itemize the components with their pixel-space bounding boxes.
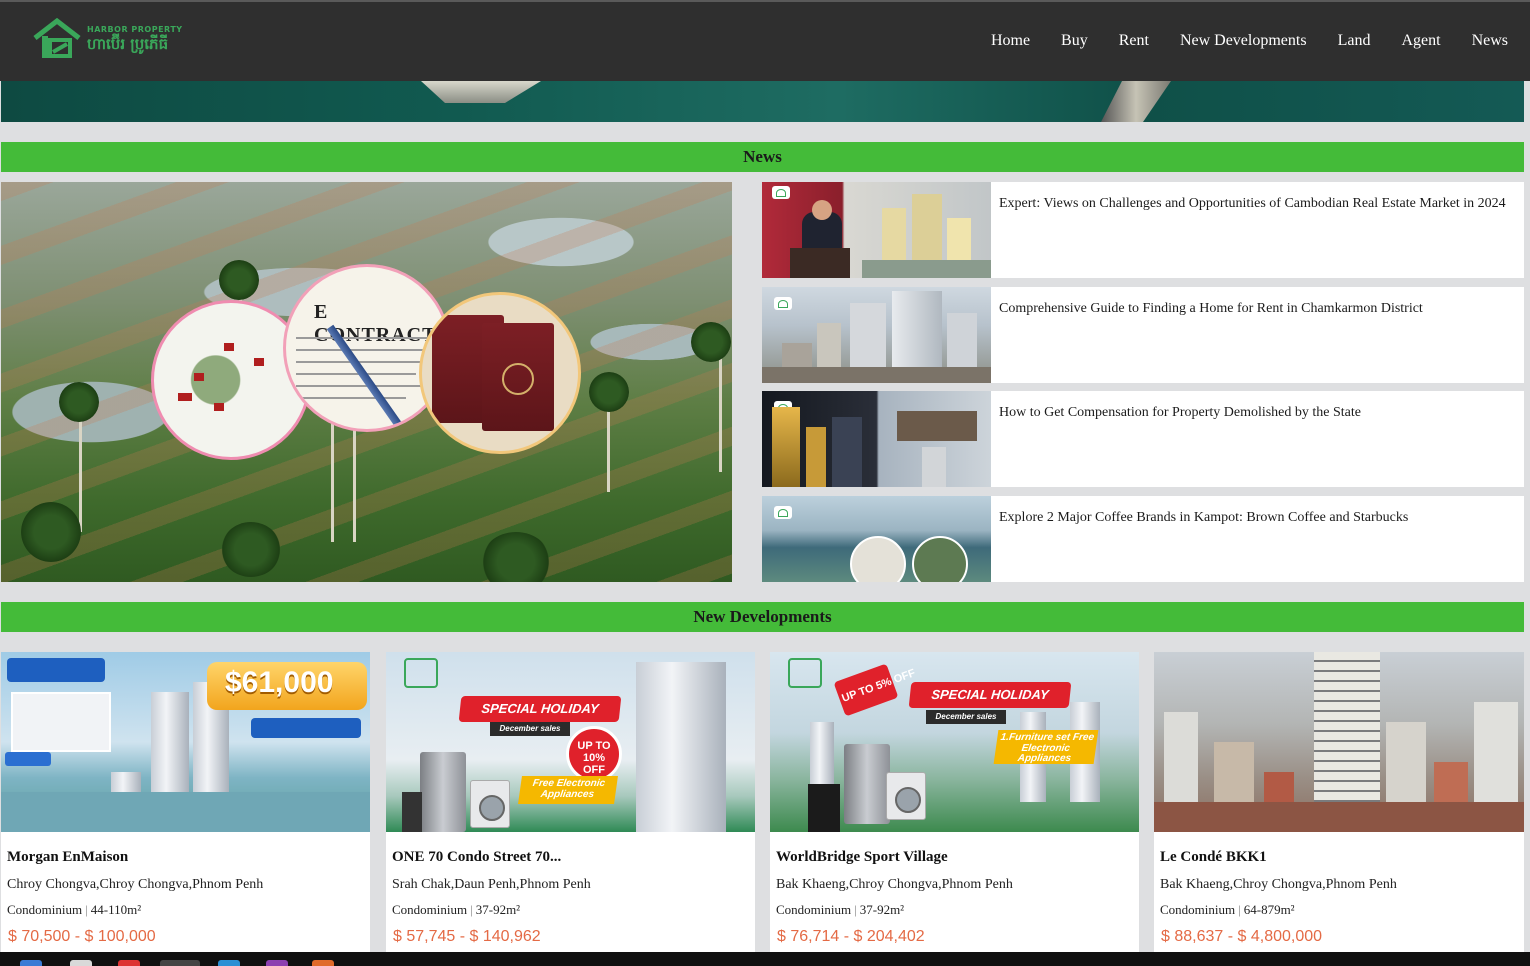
nav-news[interactable]: News (1472, 32, 1508, 50)
nav-rent[interactable]: Rent (1119, 32, 1149, 50)
news-title[interactable]: Comprehensive Guide to Finding a Home fo… (991, 287, 1423, 383)
development-price: $ 76,714 - $ 204,402 (777, 928, 925, 946)
house-logo-icon (33, 18, 81, 58)
taskbar-app-icon[interactable] (266, 960, 288, 966)
news-thumbnail (762, 391, 991, 487)
featured-news-image[interactable]: E CONTRACT (1, 182, 732, 582)
taskbar-app-icon[interactable] (160, 960, 200, 966)
promo-title: SPECIAL HOLIDAY (908, 682, 1072, 708)
hero-banner-image (1, 81, 1524, 122)
development-type-size: Condominium | 37-92m² (392, 902, 521, 917)
development-type-size: Condominium | 37-92m² (776, 902, 905, 917)
development-size: 37-92m² (475, 902, 521, 917)
news-list-item[interactable]: Explore 2 Major Coffee Brands in Kampot:… (762, 496, 1524, 582)
development-type-size: Condominium | 64-879m² (1160, 902, 1295, 917)
development-name[interactable]: WorldBridge Sport Village (776, 849, 948, 866)
nav-home[interactable]: Home (991, 32, 1030, 50)
logo-text-en: HARBOR PROPERTY (87, 25, 183, 34)
nav-new-developments[interactable]: New Developments (1180, 32, 1307, 50)
price-min: $ 70,500 - (8, 928, 81, 945)
development-card-image (1154, 652, 1524, 832)
taskbar-app-icon[interactable] (218, 960, 240, 966)
taskbar-app-icon[interactable] (312, 960, 334, 966)
development-size: 64-879m² (1243, 902, 1295, 917)
development-type: Condominium (392, 902, 468, 917)
top-navigation-bar: HARBOR PROPERTY ហាប៊ើរ ប្រូភើធី Home Buy… (0, 0, 1530, 81)
price-max: $ 100,000 (84, 928, 156, 945)
development-type-size: Condominium | 44-110m² (7, 902, 142, 917)
new-developments-section-header: New Developments (1, 602, 1524, 632)
logo-text-km: ហាប៊ើរ ប្រូភើធី (87, 35, 169, 53)
development-size: 44-110m² (90, 902, 142, 917)
news-title[interactable]: Explore 2 Major Coffee Brands in Kampot:… (991, 496, 1408, 582)
development-card-image: UP TO 5% OFF SPECIAL HOLIDAY December sa… (770, 652, 1139, 832)
development-location: Bak Khaeng,Chroy Chongva,Phnom Penh (1160, 877, 1397, 892)
development-location: Srah Chak,Daun Penh,Phnom Penh (392, 877, 591, 892)
price-min: $ 76,714 - (777, 928, 850, 945)
price-max: $ 140,962 (469, 928, 541, 945)
main-nav: Home Buy Rent New Developments Land Agen… (960, 32, 1508, 50)
taskbar-app-icon[interactable] (20, 960, 42, 966)
news-thumbnail (762, 182, 991, 278)
taskbar-app-icon[interactable] (70, 960, 92, 966)
taskbar-app-icon[interactable] (118, 960, 140, 966)
promo-subtitle: December sales (926, 710, 1006, 724)
development-type: Condominium (7, 902, 83, 917)
development-location: Bak Khaeng,Chroy Chongva,Phnom Penh (776, 877, 1013, 892)
news-list-item[interactable]: Comprehensive Guide to Finding a Home fo… (762, 287, 1524, 383)
promo-note: Free Electronic Appliances (518, 776, 618, 804)
development-card[interactable]: SPECIAL HOLIDAY December sales UP TO 10%… (386, 652, 755, 952)
nav-agent[interactable]: Agent (1401, 32, 1440, 50)
development-card-image: $61,000 (1, 652, 370, 832)
development-type: Condominium (776, 902, 852, 917)
development-card[interactable]: $61,000 Morgan EnMaison Chroy Chongva,Ch… (1, 652, 370, 952)
price-min: $ 57,745 - (393, 928, 466, 945)
nav-buy[interactable]: Buy (1061, 32, 1088, 50)
news-section-header: News (1, 142, 1524, 172)
news-list-item[interactable]: How to Get Compensation for Property Dem… (762, 391, 1524, 487)
harbor-property-logo[interactable]: HARBOR PROPERTY ហាប៊ើរ ប្រូភើធី (33, 17, 183, 61)
development-card[interactable]: Le Condé BKK1 Bak Khaeng,Chroy Chongva,P… (1154, 652, 1524, 952)
promo-note: 1.Furniture set Free Electronic Applianc… (993, 730, 1099, 764)
price-max: $ 4,800,000 (1237, 928, 1323, 945)
promo-subtitle: December sales (490, 722, 570, 736)
news-title[interactable]: How to Get Compensation for Property Dem… (991, 391, 1361, 487)
price-min: $ 88,637 - (1161, 928, 1234, 945)
promo-badge: UP TO 10% OFF (577, 740, 611, 776)
development-price: $ 88,637 - $ 4,800,000 (1161, 928, 1322, 946)
development-name[interactable]: ONE 70 Condo Street 70... (392, 849, 561, 866)
development-price: $ 70,500 - $ 100,000 (8, 928, 156, 946)
news-title[interactable]: Expert: Views on Challenges and Opportun… (991, 182, 1506, 278)
nav-land[interactable]: Land (1338, 32, 1371, 50)
development-card[interactable]: UP TO 5% OFF SPECIAL HOLIDAY December sa… (770, 652, 1139, 952)
development-size: 37-92m² (859, 902, 905, 917)
development-type: Condominium (1160, 902, 1236, 917)
price-max: $ 204,402 (853, 928, 925, 945)
development-price: $ 57,745 - $ 140,962 (393, 928, 541, 946)
development-name[interactable]: Morgan EnMaison (7, 849, 128, 866)
news-list-item[interactable]: Expert: Views on Challenges and Opportun… (762, 182, 1524, 278)
development-card-image: SPECIAL HOLIDAY December sales UP TO 10%… (386, 652, 755, 832)
development-location: Chroy Chongva,Chroy Chongva,Phnom Penh (7, 877, 264, 892)
news-thumbnail (762, 287, 991, 383)
promo-title: SPECIAL HOLIDAY (458, 696, 622, 722)
os-taskbar (0, 952, 1530, 966)
passport-circle (419, 292, 581, 454)
promo-price: $61,000 (225, 666, 334, 699)
development-name[interactable]: Le Condé BKK1 (1160, 849, 1267, 866)
news-thumbnail (762, 496, 991, 582)
